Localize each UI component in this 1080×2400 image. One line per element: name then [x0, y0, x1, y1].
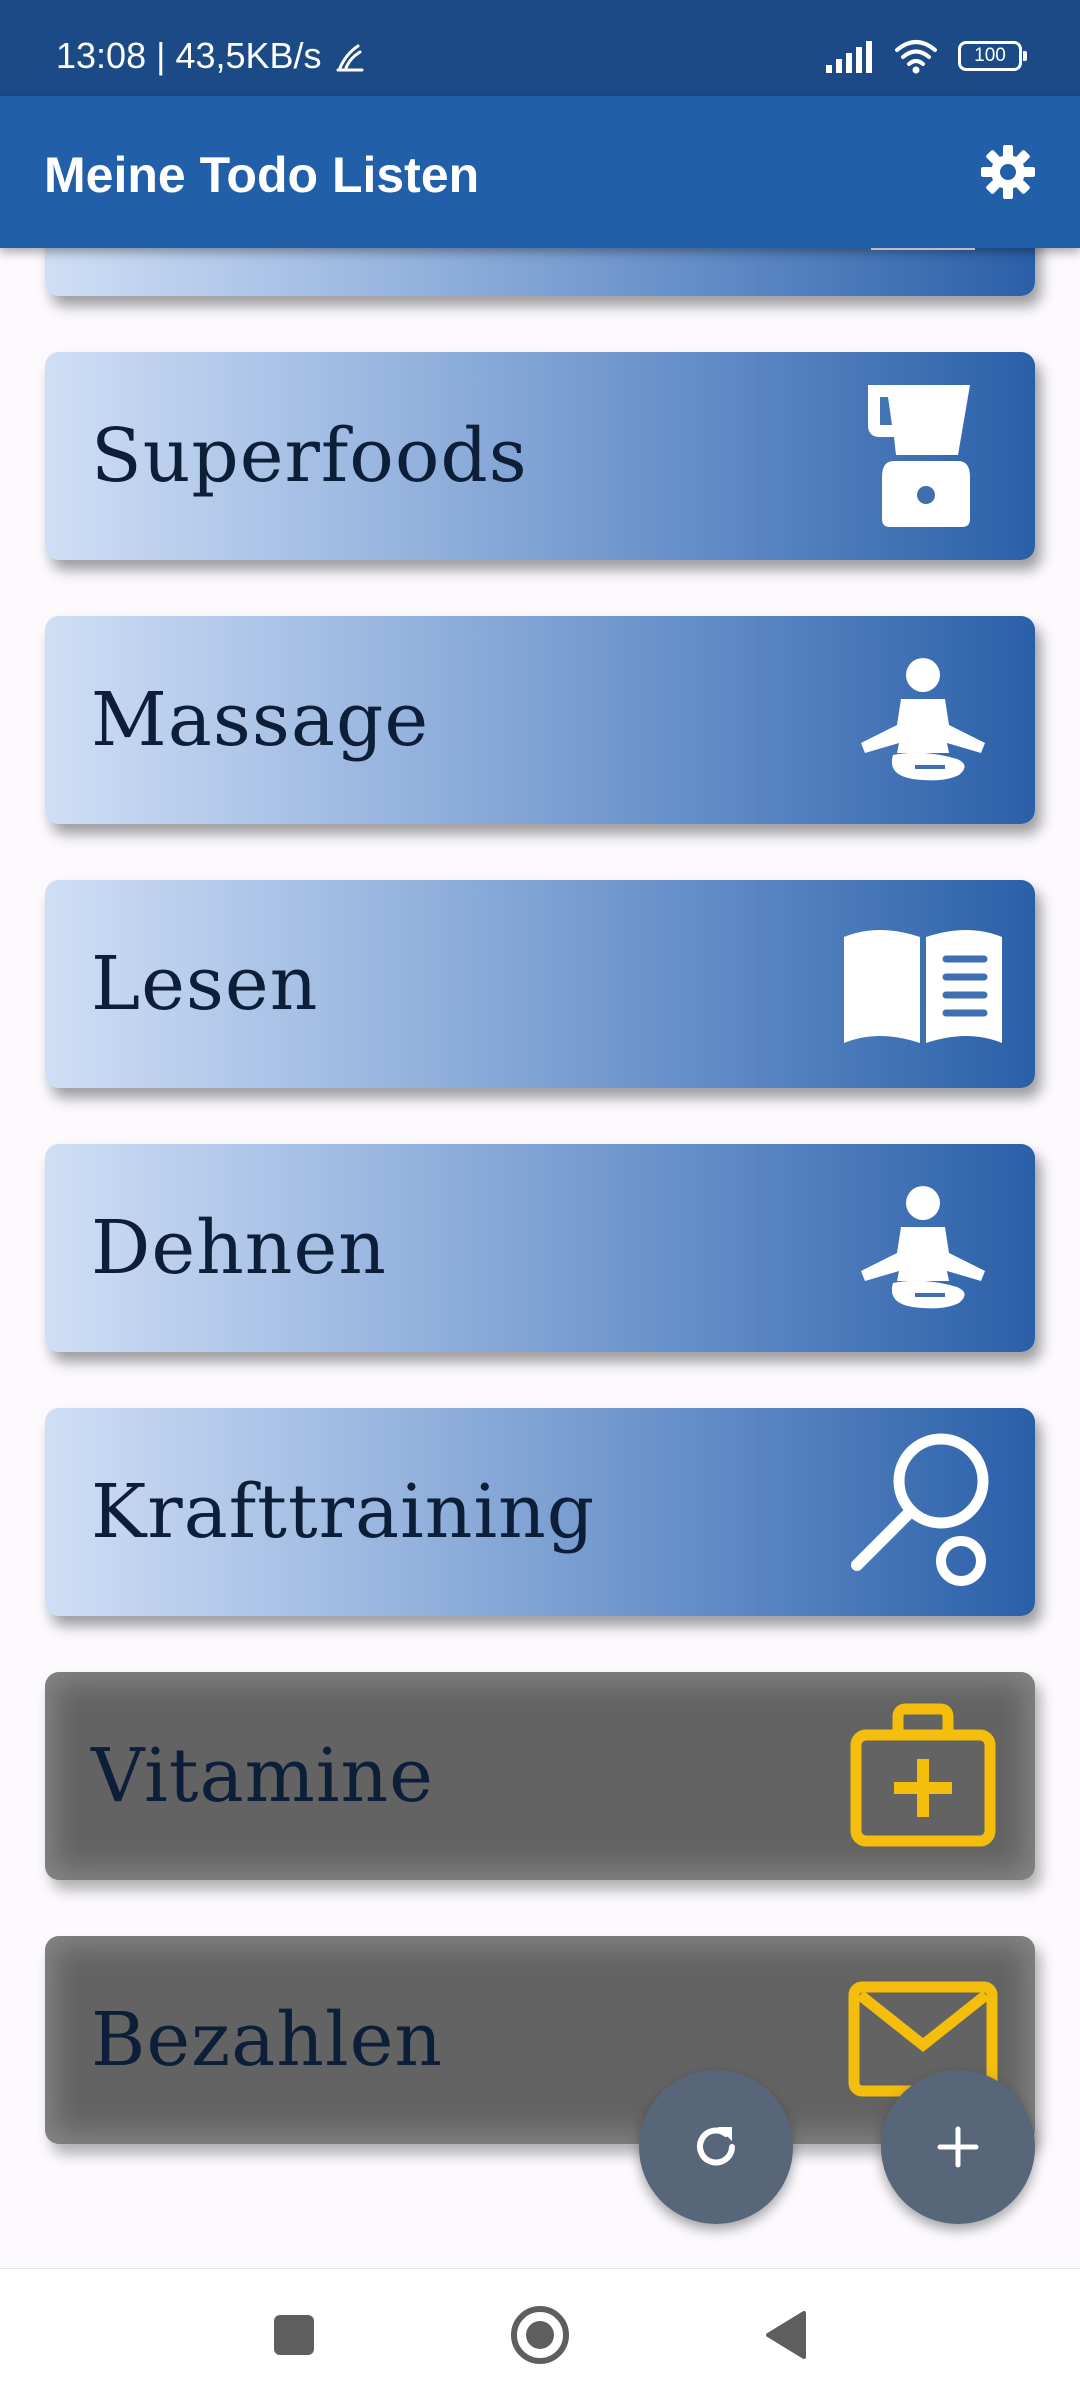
racket-ball-icon	[833, 1422, 1013, 1602]
list-card-bezahlen[interactable]: Bezahlen	[45, 1936, 1035, 2144]
system-nav-bar	[0, 2268, 1080, 2400]
signal-icon	[826, 41, 872, 73]
status-icons: 100	[824, 36, 1027, 76]
square-icon	[274, 2315, 314, 2355]
plus-icon	[937, 2126, 979, 2168]
list-card-label: Krafttraining	[91, 1469, 596, 1555]
book-icon	[833, 248, 1013, 282]
list-card-label: Bezahlen	[91, 1997, 444, 2083]
home-circle-icon	[511, 2306, 569, 2364]
list-card-label: Lesen	[91, 941, 319, 1027]
open-book-icon	[833, 894, 1013, 1074]
app-bar: Meine Todo Listen	[0, 96, 1080, 248]
home-button[interactable]	[504, 2299, 576, 2371]
blender-icon	[833, 366, 1013, 546]
gear-icon	[981, 145, 1035, 199]
settings-button[interactable]	[976, 140, 1040, 204]
list-card-dehnen[interactable]: Dehnen	[45, 1144, 1035, 1352]
list-card-label: Superfoods	[91, 413, 528, 499]
notification-icon	[336, 44, 364, 72]
page-title: Meine Todo Listen	[44, 147, 480, 203]
list-card-label: Dehnen	[91, 1205, 387, 1291]
back-button[interactable]	[750, 2299, 822, 2371]
status-bar: 13:08 | 43,5KB/s 100	[0, 0, 1080, 96]
list-card-massage[interactable]: Massage	[45, 616, 1035, 824]
list-card-vitamine[interactable]: Vitamine	[45, 1672, 1035, 1880]
status-time-speed: 13:08 | 43,5KB/s	[56, 35, 322, 76]
todo-list: Superfoods Massage Lesen Dehnen Krafttra…	[0, 248, 1080, 2268]
list-card-krafttraining[interactable]: Krafttraining	[45, 1408, 1035, 1616]
refresh-icon	[697, 2127, 735, 2166]
wifi-icon	[895, 40, 937, 74]
back-triangle-icon	[766, 2311, 806, 2359]
meditation-icon	[833, 1158, 1013, 1338]
refresh-button[interactable]	[639, 2070, 793, 2224]
list-card-lesen[interactable]: Lesen	[45, 880, 1035, 1088]
list-card-label: Vitamine	[91, 1733, 434, 1819]
add-list-button[interactable]	[881, 2070, 1035, 2224]
list-card-superfoods[interactable]: Superfoods	[45, 352, 1035, 560]
list-card-partial[interactable]	[45, 248, 1035, 296]
meditation-icon	[833, 630, 1013, 810]
list-card-label: Massage	[91, 677, 430, 763]
first-aid-kit-icon	[833, 1686, 1013, 1866]
recents-button[interactable]	[258, 2299, 330, 2371]
battery-indicator: 100	[958, 41, 1027, 71]
